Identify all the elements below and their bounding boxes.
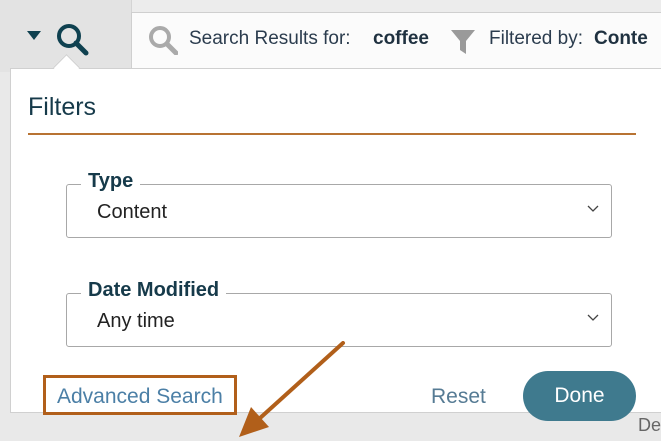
annotation-arrow (239, 341, 345, 437)
results-label: Search Results for: (189, 28, 351, 49)
filter-icon (451, 30, 475, 54)
search-icon (149, 26, 178, 55)
title-divider (28, 133, 636, 135)
filters-popup: Filters Type Content Date Modified Any t… (10, 54, 661, 437)
done-button[interactable]: Done (523, 371, 636, 421)
type-label: Type (81, 170, 141, 193)
chevron-down-icon (587, 205, 599, 212)
chevron-down-icon (587, 314, 599, 321)
type-value: Content (97, 201, 168, 223)
date-modified-label: Date Modified (81, 279, 227, 302)
search-query: coffee (373, 28, 429, 49)
caret-down-icon[interactable] (27, 31, 41, 40)
date-modified-value: Any time (97, 310, 175, 332)
advanced-search-link[interactable]: Advanced Search (57, 385, 223, 409)
filtered-by-value: Conte (594, 28, 648, 49)
search-icon[interactable] (55, 22, 89, 56)
filtered-by-label: Filtered by: (489, 28, 583, 49)
reset-button[interactable]: Reset (431, 385, 486, 409)
date-modified-select[interactable]: Date Modified Any time (66, 279, 612, 347)
popup-title: Filters (28, 93, 97, 121)
background-text: De (637, 415, 661, 435)
type-select[interactable]: Type Content (66, 170, 612, 238)
search-results-bar: Search Results for: coffee Filtered by: … (131, 12, 661, 70)
top-bar: Search Results for: coffee Filtered by: … (0, 0, 661, 72)
